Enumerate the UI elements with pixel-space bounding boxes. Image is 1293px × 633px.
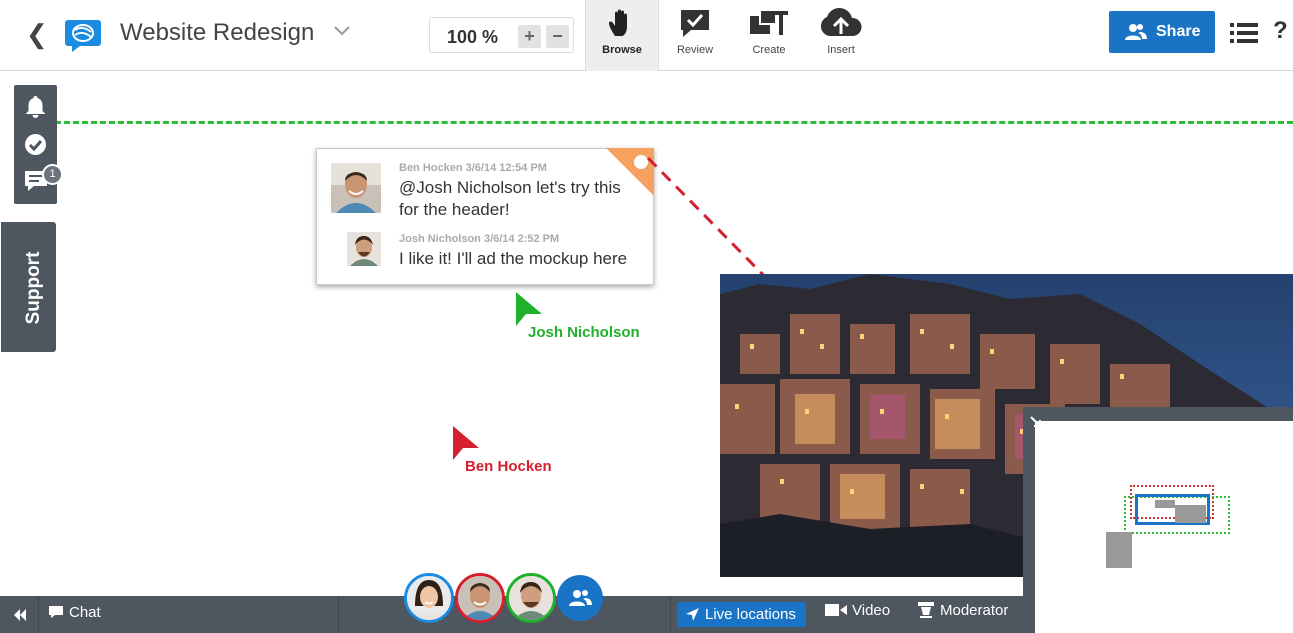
- avatar: [331, 163, 381, 213]
- minimap-panel: [1023, 407, 1293, 633]
- participant-avatar[interactable]: [455, 573, 505, 623]
- collapse-panel-button[interactable]: [0, 596, 39, 633]
- avatar: [347, 232, 381, 266]
- bell-icon[interactable]: [24, 95, 47, 123]
- help-icon[interactable]: ?: [1273, 17, 1288, 45]
- tool-review[interactable]: Review: [666, 0, 724, 71]
- minimap-canvas[interactable]: [1035, 421, 1293, 633]
- support-label: Support: [23, 251, 44, 325]
- left-toolbar: [14, 85, 57, 204]
- cursor-name-label: Josh Nicholson: [528, 324, 640, 341]
- notification-badge: 1: [42, 164, 63, 185]
- back-icon[interactable]: ❮: [26, 20, 48, 48]
- tool-review-label: Review: [676, 44, 714, 56]
- moderator-label: Moderator: [940, 602, 1009, 619]
- live-locations-label: Live locations: [705, 606, 796, 623]
- zoom-level: 100 %: [447, 27, 499, 47]
- comment-meta: Ben Hocken 3/6/14 12:54 PM: [399, 162, 547, 174]
- minimap-item: [1106, 532, 1132, 568]
- chat-icon: [49, 606, 63, 618]
- video-button[interactable]: Video: [825, 602, 890, 619]
- double-chevron-left-icon: [14, 609, 26, 621]
- comment-thread[interactable]: Ben Hocken 3/6/14 12:54 PM @Josh Nichols…: [316, 148, 654, 285]
- participant-avatar[interactable]: [506, 573, 556, 623]
- share-label: Share: [1156, 23, 1201, 40]
- users-icon: [1125, 24, 1147, 40]
- zoom-out-button[interactable]: −: [546, 25, 569, 48]
- guide-line: [37, 121, 1293, 124]
- list-icon[interactable]: [1230, 22, 1258, 49]
- divider: [338, 596, 339, 633]
- video-camera-icon: [825, 604, 847, 616]
- tool-insert-label: Insert: [827, 44, 855, 56]
- divider: [670, 596, 671, 633]
- minimap-item: [1175, 505, 1206, 523]
- participant-avatar[interactable]: [404, 573, 454, 623]
- chat-label: Chat: [69, 604, 101, 621]
- upload-cloud-icon: [820, 8, 862, 36]
- cursor-icon: [516, 292, 542, 326]
- app-logo-icon: [64, 17, 102, 53]
- live-locations-button[interactable]: Live locations: [677, 602, 806, 627]
- chevron-down-icon[interactable]: [332, 24, 352, 38]
- chat-button[interactable]: Chat: [48, 604, 101, 621]
- zoom-in-button[interactable]: +: [518, 25, 541, 48]
- cursor-icon: [453, 426, 479, 460]
- create-icon: [750, 9, 788, 35]
- podium-icon: [918, 602, 934, 618]
- cursor-name-label: Ben Hocken: [465, 458, 552, 475]
- tool-create-label: Create: [752, 44, 786, 56]
- document-title[interactable]: Website Redesign: [120, 19, 314, 47]
- tool-browse[interactable]: Browse: [585, 0, 659, 71]
- tool-browse-label: Browse: [602, 44, 642, 56]
- comment-text-line: I like it! I'll ad the mockup here: [399, 249, 628, 268]
- comment-meta: Josh Nicholson 3/6/14 2:52 PM: [399, 233, 560, 245]
- support-tab[interactable]: Support: [1, 222, 56, 352]
- check-circle-icon[interactable]: [24, 133, 47, 161]
- tool-create[interactable]: Create: [740, 0, 798, 71]
- comment-text-line: for the header!: [399, 200, 510, 219]
- share-button[interactable]: Share: [1109, 11, 1215, 53]
- top-toolbar: ❮ Website Redesign 100 % + − Browse Revi…: [0, 0, 1293, 71]
- zoom-control: 100 % + −: [429, 17, 574, 53]
- hand-icon: [609, 9, 627, 36]
- video-label: Video: [852, 602, 891, 619]
- participants-button[interactable]: [557, 575, 603, 621]
- moderator-button[interactable]: Moderator: [918, 602, 1008, 619]
- users-icon: [569, 590, 592, 606]
- location-arrow-icon: [686, 608, 699, 621]
- minimap-item: [1155, 500, 1175, 508]
- review-icon: [681, 10, 709, 37]
- comment-text-line: @Josh Nicholson let's try this: [399, 178, 621, 197]
- tool-insert[interactable]: Insert: [812, 0, 870, 71]
